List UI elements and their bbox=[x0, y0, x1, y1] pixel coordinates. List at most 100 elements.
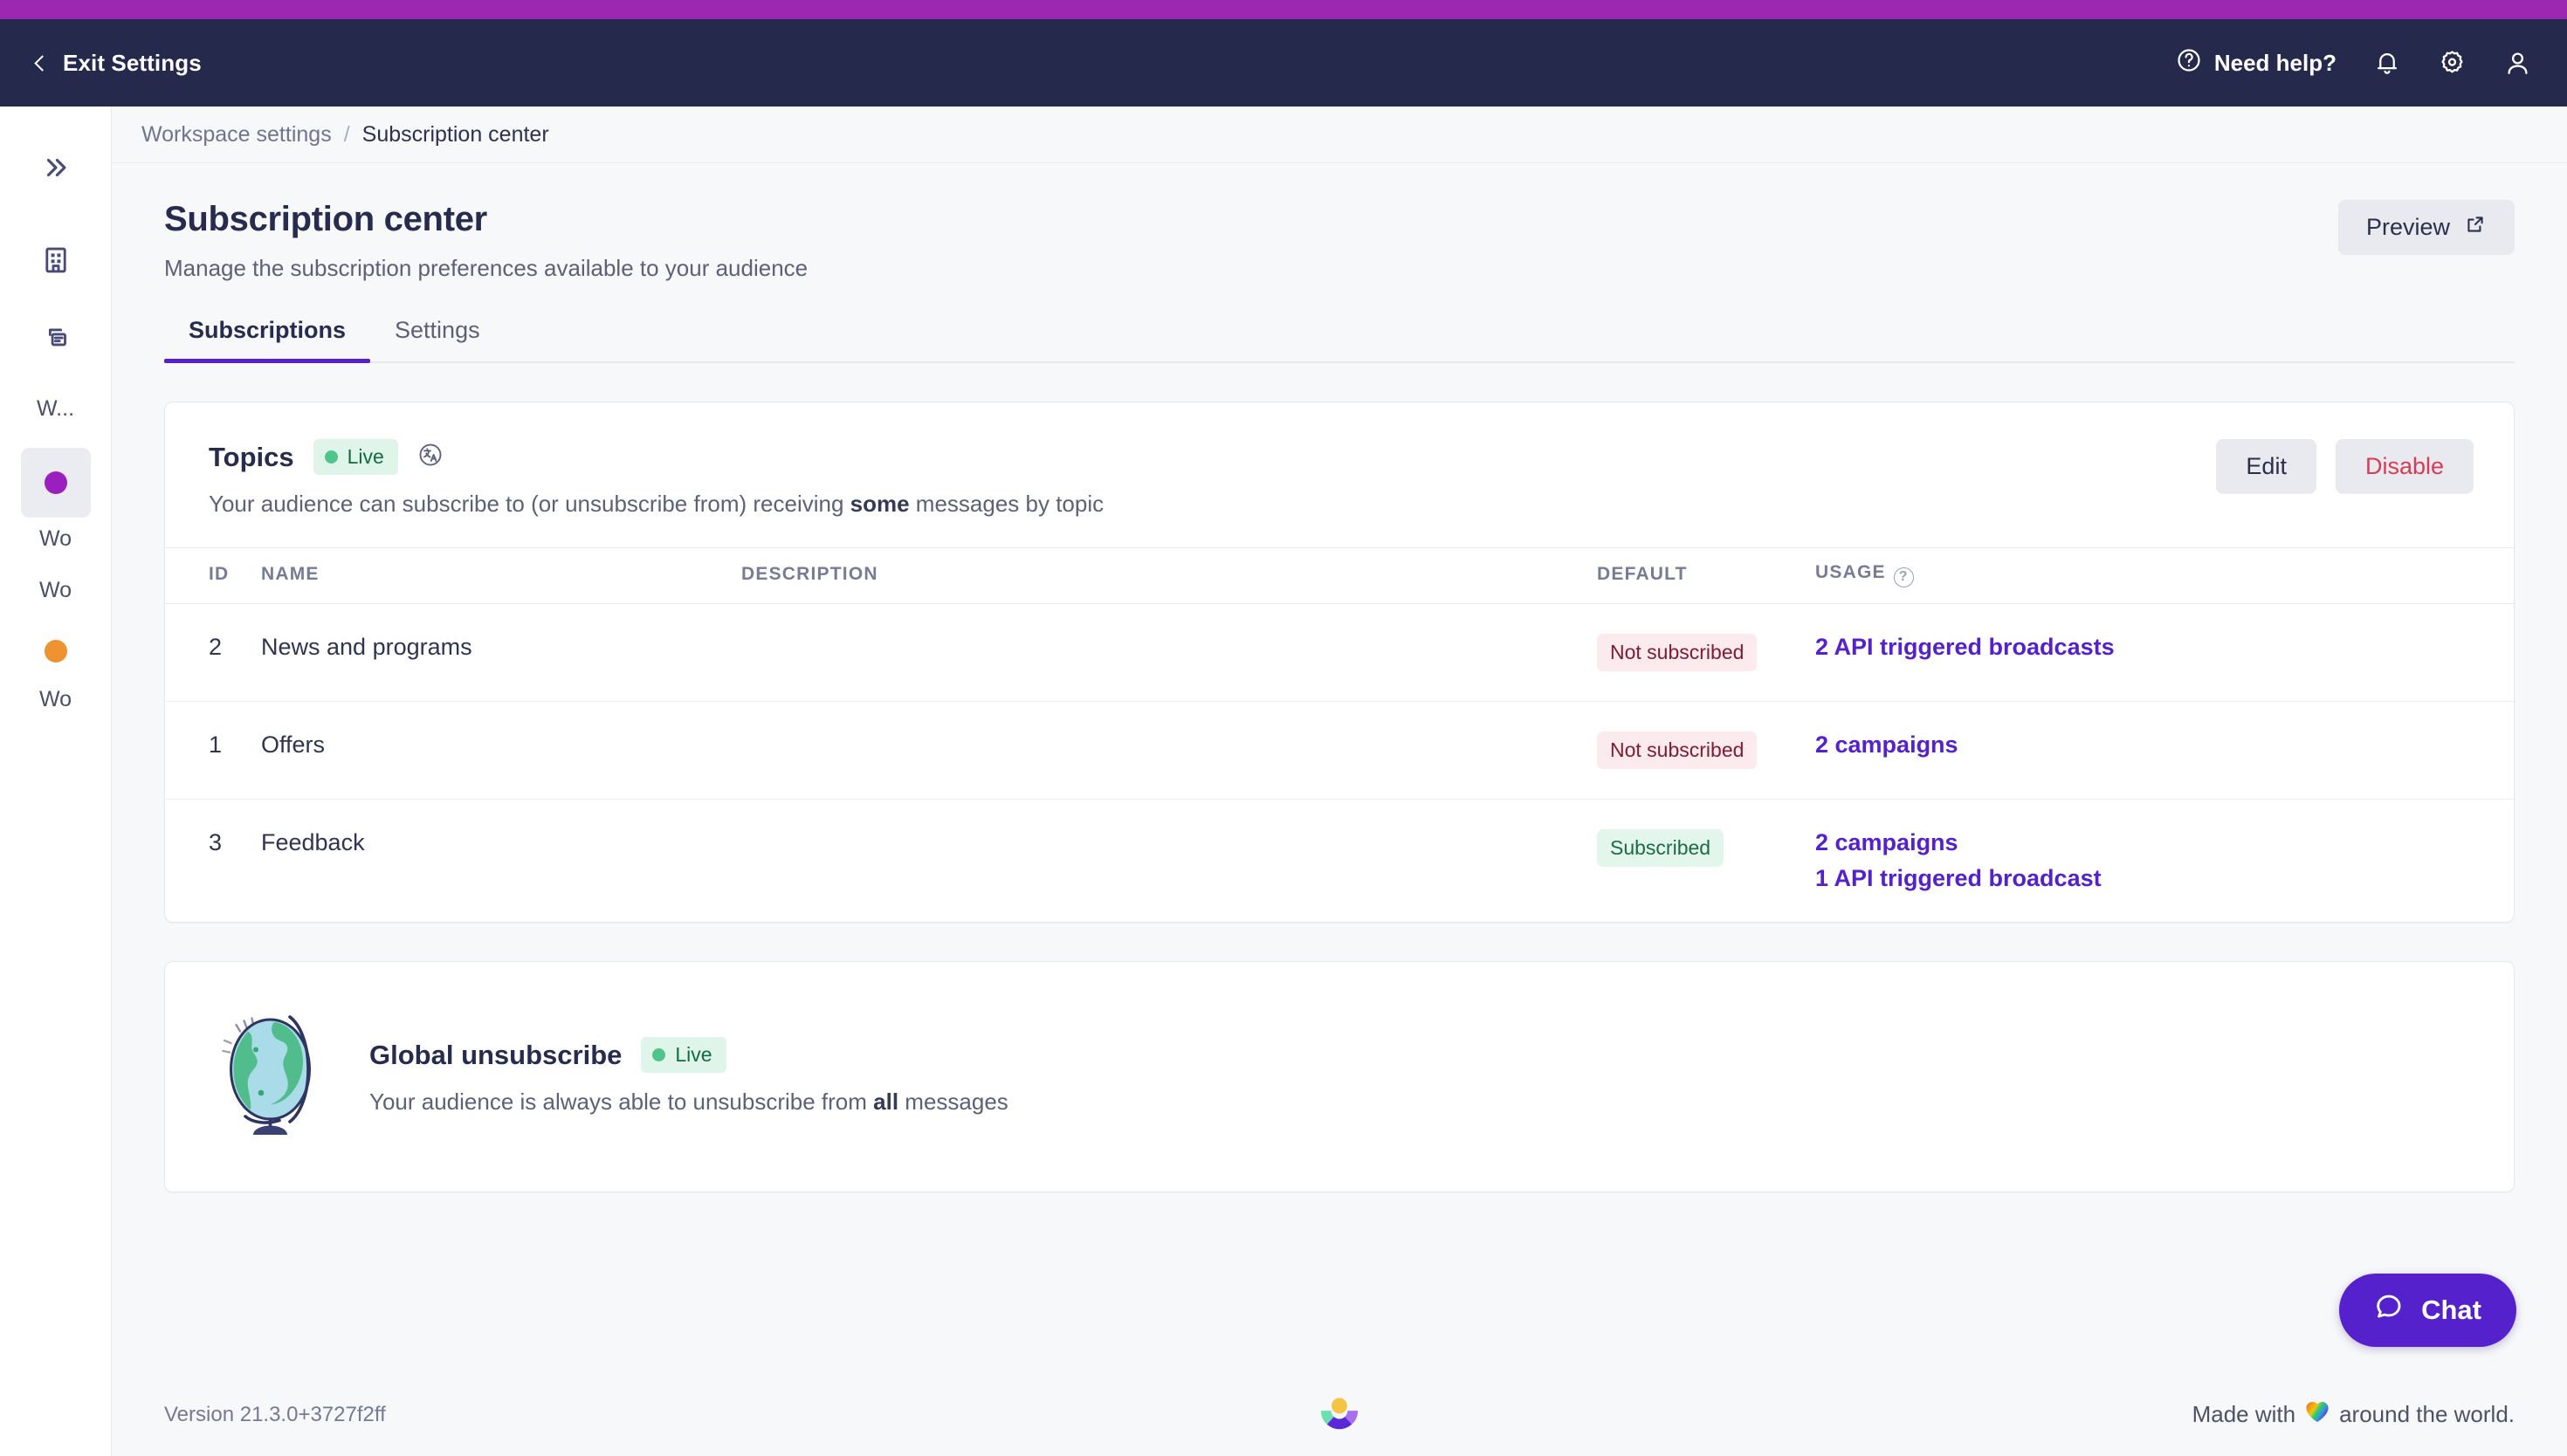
expand-sidebar-button[interactable] bbox=[21, 133, 91, 203]
column-header-name: NAME bbox=[261, 547, 741, 604]
sidebar-workspace-label-0[interactable]: W... bbox=[21, 396, 91, 422]
breadcrumb-parent-link[interactable]: Workspace settings bbox=[141, 122, 332, 148]
tab-bar: Subscriptions Settings bbox=[164, 317, 2515, 363]
column-header-usage: USAGE? bbox=[1815, 547, 2514, 604]
cell-description bbox=[741, 603, 1597, 702]
status-badge: Subscribed bbox=[1597, 828, 1724, 867]
page-content: Subscription center Manage the subscript… bbox=[112, 163, 2567, 1373]
breadcrumb: Workspace settings / Subscription center bbox=[112, 106, 2567, 163]
sidebar-item-workspaces[interactable] bbox=[21, 225, 91, 295]
need-help-label: Need help? bbox=[2213, 49, 2336, 76]
preview-button[interactable]: Preview bbox=[2337, 200, 2515, 254]
topics-card: Topics Live Your audience can subscribe … bbox=[164, 402, 2515, 923]
cell-usage: 2 campaigns 1 API triggered broadcast bbox=[1815, 799, 2514, 922]
cell-id: 2 bbox=[165, 603, 261, 702]
left-sidebar-rail: W... Wo Wo Wo bbox=[0, 106, 112, 1456]
chevron-left-icon bbox=[34, 54, 51, 72]
workspace-dot-orange-icon[interactable] bbox=[44, 640, 67, 663]
tab-subscriptions[interactable]: Subscriptions bbox=[164, 317, 371, 363]
sidebar-workspace-label-5[interactable]: Wo bbox=[21, 687, 91, 712]
user-icon[interactable] bbox=[2503, 49, 2532, 78]
cell-default: Subscribed bbox=[1597, 799, 1815, 922]
usage-link[interactable]: 1 API triggered broadcast bbox=[1815, 865, 2514, 892]
topics-status-badge: Live bbox=[313, 439, 398, 475]
version-label: Version 21.3.0+3727f2ff bbox=[164, 1402, 386, 1426]
topics-title: Topics bbox=[209, 441, 294, 472]
status-badge: Not subscribed bbox=[1597, 731, 1758, 769]
global-unsubscribe-description: Your audience is always able to unsubscr… bbox=[369, 1089, 1008, 1116]
exit-settings-button[interactable]: Exit Settings bbox=[31, 50, 202, 77]
need-help-button[interactable]: Need help? bbox=[2176, 47, 2336, 79]
chat-bubble-icon bbox=[2374, 1292, 2404, 1329]
page-title: Subscription center bbox=[164, 200, 487, 238]
topics-table-head: ID NAME DESCRIPTION DEFAULT USAGE? bbox=[165, 547, 2514, 604]
sidebar-item-documents[interactable] bbox=[21, 304, 91, 374]
chat-button[interactable]: Chat bbox=[2339, 1274, 2516, 1347]
cell-description bbox=[741, 799, 1597, 922]
sidebar-workspace-active[interactable] bbox=[20, 448, 91, 518]
topics-status-label: Live bbox=[347, 445, 384, 468]
topnav-actions: Need help? bbox=[2176, 47, 2532, 79]
page-heading-group: Subscription center Manage the subscript… bbox=[164, 200, 808, 282]
rainbow-heart-icon bbox=[2304, 1399, 2330, 1430]
workspace-dot-purple-icon bbox=[44, 471, 67, 494]
gear-icon[interactable] bbox=[2438, 49, 2467, 78]
breadcrumb-separator: / bbox=[343, 121, 350, 147]
topics-desc-after: messages by topic bbox=[909, 491, 1105, 517]
cell-id: 3 bbox=[209, 828, 223, 855]
usage-link[interactable]: 2 campaigns bbox=[1815, 731, 2514, 759]
usage-link[interactable]: 2 campaigns bbox=[1815, 829, 2514, 856]
cell-name: Offers bbox=[261, 701, 741, 800]
table-row[interactable]: 1 Offers Not subscribed 2 campaigns bbox=[165, 701, 2514, 800]
breadcrumb-current: Subscription center bbox=[361, 121, 549, 147]
customerio-logo bbox=[1317, 1392, 1362, 1438]
made-with-credit: Made with around the world. bbox=[2192, 1399, 2515, 1430]
status-dot-icon bbox=[652, 1048, 666, 1061]
column-header-id: ID bbox=[165, 547, 261, 604]
chat-button-label: Chat bbox=[2421, 1295, 2481, 1325]
topics-card-header: Topics Live Your audience can subscribe … bbox=[165, 402, 2514, 547]
topics-title-row: Topics Live bbox=[209, 439, 1104, 475]
table-row[interactable]: 3 Feedback Subscribed 2 campaigns 1 API … bbox=[165, 799, 2514, 922]
gu-desc-before: Your audience is always able to unsubscr… bbox=[369, 1089, 874, 1115]
global-unsubscribe-text: Global unsubscribe Live Your audience is… bbox=[369, 1037, 1008, 1116]
column-header-usage-label: USAGE bbox=[1815, 562, 1886, 582]
made-with-before: Made with bbox=[2192, 1401, 2296, 1427]
brand-color-strip bbox=[0, 0, 2567, 19]
help-circle-icon bbox=[2176, 47, 2202, 79]
table-row[interactable]: 2 News and programs Not subscribed 2 API… bbox=[165, 603, 2514, 702]
main-content-area: Workspace settings / Subscription center… bbox=[112, 106, 2567, 1456]
usage-link[interactable]: 2 API triggered broadcasts bbox=[1815, 634, 2514, 661]
sidebar-workspace-label-2[interactable]: Wo bbox=[21, 526, 91, 552]
globe-illustration bbox=[209, 1009, 340, 1144]
cell-default: Not subscribed bbox=[1597, 701, 1815, 800]
tab-settings[interactable]: Settings bbox=[370, 317, 505, 361]
global-unsubscribe-title-row: Global unsubscribe Live bbox=[369, 1037, 1008, 1073]
topics-description: Your audience can subscribe to (or unsub… bbox=[209, 491, 1104, 518]
exit-settings-label: Exit Settings bbox=[63, 49, 202, 76]
topics-table: ID NAME DESCRIPTION DEFAULT USAGE? 2 New… bbox=[165, 547, 2514, 922]
column-header-description: DESCRIPTION bbox=[741, 547, 1597, 604]
translate-icon[interactable] bbox=[417, 442, 444, 472]
topics-table-body: 2 News and programs Not subscribed 2 API… bbox=[165, 603, 2514, 922]
cell-usage: 2 API triggered broadcasts bbox=[1815, 603, 2514, 702]
preview-button-label: Preview bbox=[2365, 213, 2450, 240]
bell-icon[interactable] bbox=[2373, 49, 2401, 77]
footer: Version 21.3.0+3727f2ff Made with around… bbox=[112, 1373, 2567, 1456]
disable-button[interactable]: Disable bbox=[2335, 439, 2474, 493]
global-unsubscribe-card: Global unsubscribe Live Your audience is… bbox=[164, 960, 2515, 1192]
top-navigation-bar: Exit Settings Need help? bbox=[0, 19, 2567, 106]
global-unsubscribe-status-badge: Live bbox=[641, 1037, 726, 1073]
gu-desc-after: messages bbox=[898, 1089, 1008, 1115]
topics-desc-bold: some bbox=[850, 491, 910, 517]
status-dot-icon bbox=[324, 450, 338, 464]
topics-desc-before: Your audience can subscribe to (or unsub… bbox=[209, 491, 850, 517]
cell-name: Feedback bbox=[261, 828, 365, 855]
global-unsubscribe-title: Global unsubscribe bbox=[369, 1039, 623, 1070]
gu-desc-bold: all bbox=[873, 1089, 899, 1115]
usage-help-icon[interactable]: ? bbox=[1893, 567, 1914, 587]
edit-button[interactable]: Edit bbox=[2216, 439, 2316, 493]
cell-id: 1 bbox=[165, 701, 261, 800]
topics-heading-group: Topics Live Your audience can subscribe … bbox=[209, 439, 1104, 518]
sidebar-workspace-label-3[interactable]: Wo bbox=[21, 578, 91, 603]
